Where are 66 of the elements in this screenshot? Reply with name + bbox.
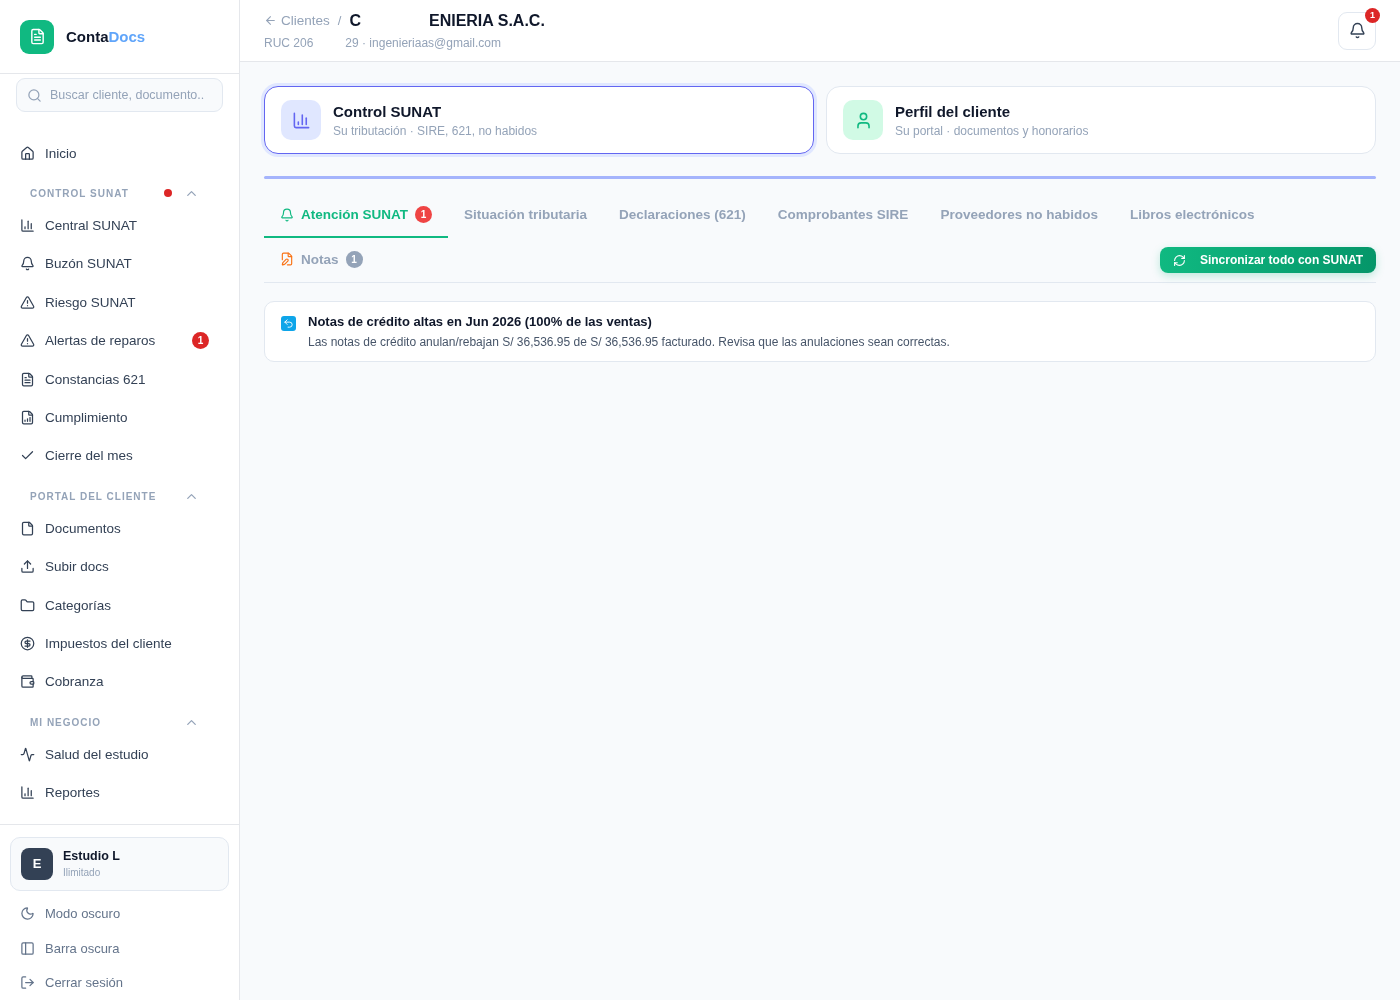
section-card[interactable]: Perfil del cliente Su portal · documentos y honorarios: [826, 86, 1376, 154]
alert-text: Las notas de crédito anulan/rebajan S/ 36,536.95 de S/ 36,536.95 facturado. Revisa que las anulaciones sean correctas.: [308, 335, 950, 349]
bar-chart-icon: [281, 100, 321, 140]
breadcrumb-separator: /: [337, 13, 342, 28]
nav-item[interactable]: Documentos: [0, 509, 239, 548]
user-icon: [843, 100, 883, 140]
nav-item[interactable]: Inicio: [0, 134, 239, 173]
nav-icon: [20, 218, 35, 234]
footer-link[interactable]: Barra oscura: [0, 931, 239, 966]
footer-icon: [20, 906, 35, 922]
app-logo: [20, 19, 54, 54]
back-arrow-icon: [264, 14, 277, 27]
section-card[interactable]: Control SUNAT Su tributación · SIRE, 621, no habidos: [264, 86, 814, 154]
account-plan: Ilimitado: [63, 867, 102, 878]
nav-icon: [20, 636, 35, 651]
nav-icon: [20, 371, 35, 387]
nav-item[interactable]: Cobranza: [0, 662, 239, 702]
return-icon: [281, 316, 296, 331]
search-field[interactable]: Buscar cliente, documento..: [16, 78, 223, 112]
nav-item[interactable]: Central SUNAT: [0, 206, 239, 245]
nav-item[interactable]: Riesgo SUNAT: [0, 283, 239, 322]
nav-icon: [20, 520, 35, 536]
nav-item[interactable]: Subir docs: [0, 547, 239, 586]
footer-link[interactable]: Cerrar sesión: [0, 965, 239, 1000]
bell-icon: [1348, 22, 1366, 39]
count-badge: 1: [192, 332, 209, 350]
nav-item[interactable]: Reportes: [0, 773, 239, 812]
search-icon: [27, 88, 42, 103]
nav-item[interactable]: Constancias 621: [0, 359, 239, 399]
nav-icon: [20, 294, 35, 310]
footer-icon: [20, 975, 35, 991]
nav-icon: [20, 410, 35, 426]
alert-title: Notas de crédito altas en Jun 2026 (100% de las ventas): [308, 314, 653, 329]
nav-icon: [20, 746, 35, 762]
count-badge: 1: [345, 250, 363, 268]
nav-icon: [20, 256, 35, 272]
bell-icon: [280, 207, 294, 222]
nav-icon: [20, 674, 35, 690]
nav-item[interactable]: Alertas de reparos 1: [0, 321, 239, 360]
account-card[interactable]: E Estudio L Ilimitado: [10, 836, 229, 891]
count-badge: 1: [415, 206, 432, 223]
note-icon: [280, 252, 294, 266]
nav-icon: [20, 333, 35, 349]
notification-badge: 1: [1365, 7, 1380, 23]
nav-icon: [20, 785, 35, 801]
account-name: Estudio L: [63, 849, 120, 863]
footer-link[interactable]: Modo oscuro: [0, 896, 239, 931]
nav-item[interactable]: Impuestos del cliente: [0, 624, 239, 663]
nav-item[interactable]: Buzón SUNAT: [0, 244, 239, 284]
client-title: ENIERIA S.A.C.: [428, 11, 545, 30]
nav-item[interactable]: Cierre del mes: [0, 436, 239, 476]
tab[interactable]: Atención SUNAT 1: [264, 193, 448, 238]
home-icon: [20, 145, 35, 161]
account-avatar: E: [21, 847, 53, 880]
brand-name: ContaDocs: [66, 28, 146, 45]
client-title: C: [349, 11, 361, 30]
nav-item[interactable]: Cumplimiento: [0, 398, 239, 437]
footer-icon: [20, 940, 35, 956]
nav-item[interactable]: Salud del estudio: [0, 735, 239, 774]
nav-item[interactable]: Categorías: [0, 585, 239, 625]
refresh-icon: [1172, 253, 1186, 267]
nav-icon: [20, 559, 35, 575]
nav-icon: [20, 597, 35, 613]
alert-dot: [164, 189, 172, 198]
client-email: 29 · ingenieriaas@gmail.com: [345, 35, 501, 50]
ruc-text: RUC 206: [264, 35, 314, 50]
